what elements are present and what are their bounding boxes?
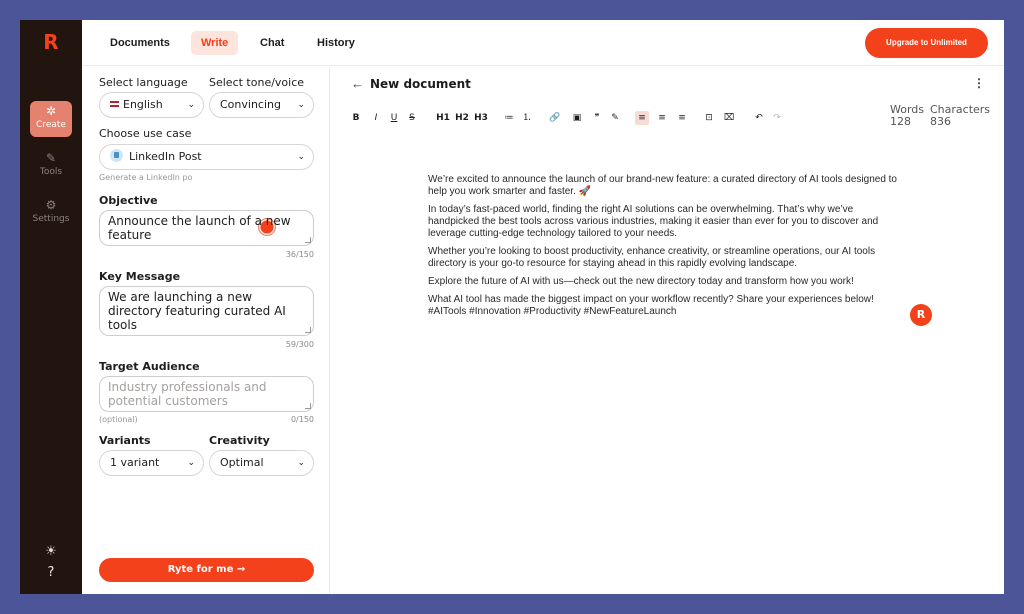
align-left-icon[interactable]: ≡ [635,111,649,125]
bullet-list-icon[interactable]: ≔ [503,111,515,125]
ryte-for-me-button[interactable]: Ryte for me → [99,558,314,582]
chevron-down-icon: ⌄ [187,100,195,110]
audience-field[interactable]: Industry professionals and potential cus… [99,376,314,412]
app-logo[interactable]: R [42,32,60,52]
italic-icon[interactable]: I [371,111,381,125]
rail-item-label: Tools [39,167,63,177]
creativity-select[interactable]: Optimal ⌄ [209,450,314,476]
clear-format-icon[interactable]: ⌧ [723,111,735,125]
back-arrow-icon[interactable]: ← [351,76,364,91]
help-icon[interactable]: ? [44,566,58,580]
rail-item-label: Create [36,120,66,130]
heading3-button[interactable]: H3 [473,111,489,125]
document-editor: ← New document ⋮ B I U S H1 H2 H3 ≔ ⒈ 🔗 ▣ ❞ ✎ ≡ ≡ ≡ ⊡ ⌧ ↶ ↷… [331,67,1004,594]
embed-icon[interactable]: ⊡ [703,111,715,125]
language-value: English [123,98,163,111]
objective-field[interactable]: Announce the launch of a new feature [99,210,314,246]
link-icon[interactable]: 🔗 [549,111,561,125]
resize-handle[interactable] [305,403,311,409]
usecase-label: Choose use case [99,127,192,140]
rail-item-create[interactable]: ✲ Create [30,101,72,137]
tab-write[interactable]: Write [191,31,239,55]
keymessage-field[interactable]: We are launching a new directory featuri… [99,286,314,336]
chevron-down-icon: ⌄ [297,100,305,110]
paragraph: Explore the future of AI with us—check o… [428,276,854,287]
more-options-icon[interactable]: ⋮ [973,76,985,90]
underline-icon[interactable]: U [389,111,399,125]
sparkle-icon: ✲ [45,104,57,118]
objective-label: Objective [99,194,158,207]
objective-value: Announce the launch of a new feature [108,214,291,242]
document-title[interactable]: New document [370,77,471,91]
sun-icon[interactable]: ☀ [44,545,58,559]
keymessage-counter: 59/300 [285,340,314,349]
tab-history[interactable]: History [307,31,365,55]
language-label: Select language [99,76,188,89]
paragraph: Whether you’re looking to boost producti… [428,246,876,269]
audience-counter: 0/150 [290,415,314,424]
quote-icon[interactable]: ❞ [591,111,603,125]
undo-icon[interactable]: ↶ [753,111,765,125]
usecase-hint: Generate a LinkedIn po [99,173,193,182]
bold-icon[interactable]: B [351,111,361,125]
variants-value: 1 variant [110,456,160,469]
rail-item-label: Settings [32,214,70,224]
usecase-value: LinkedIn Post [129,150,202,163]
tone-label: Select tone/voice [209,76,305,89]
words-count: 128 [890,115,911,128]
objective-counter: 36/150 [285,250,314,259]
keymessage-label: Key Message [99,270,181,283]
redo-icon[interactable]: ↷ [771,111,783,125]
align-right-icon[interactable]: ≡ [675,111,689,125]
app-window: R ✲ Create ✎ Tools ⚙ Settings ☀ ? Docume… [20,20,1004,594]
resize-handle[interactable] [305,327,311,333]
align-center-icon[interactable]: ≡ [655,111,669,125]
tab-chat[interactable]: Chat [250,31,294,55]
audience-placeholder: Industry professionals and potential cus… [108,380,267,408]
highlight-icon[interactable]: ✎ [609,111,621,125]
document-body[interactable]: We’re excited to announce the launch of … [428,174,898,324]
options-panel: Select language Select tone/voice Englis… [82,67,330,594]
numbered-list-icon[interactable]: ⒈ [521,111,533,125]
sliders-icon: ⚙ [45,198,57,212]
left-rail: R ✲ Create ✎ Tools ⚙ Settings ☀ ? [20,20,82,594]
heading2-button[interactable]: H2 [454,111,470,125]
image-icon[interactable]: ▣ [571,111,583,125]
linkedin-icon [110,149,123,162]
top-nav: Documents Write Chat History Upgrade to … [82,20,1004,66]
paragraph: We’re excited to announce the launch of … [428,174,897,197]
language-select[interactable]: English ⌄ [99,92,204,118]
resize-handle[interactable] [305,237,311,243]
heading1-button[interactable]: H1 [435,111,451,125]
assistant-badge[interactable]: R [910,304,932,326]
rail-item-settings[interactable]: ⚙ Settings [30,195,72,231]
characters-count: 836 [930,115,951,128]
creativity-label: Creativity [209,434,270,447]
tab-documents[interactable]: Documents [100,31,180,55]
paragraph: In today’s fast-paced world, finding the… [428,204,879,239]
keymessage-value: We are launching a new directory featuri… [108,290,286,332]
paragraph: What AI tool has made the biggest impact… [428,294,874,317]
tone-value: Convincing [220,98,281,111]
usecase-select[interactable]: LinkedIn Post ⌄ [99,144,314,170]
upgrade-button[interactable]: Upgrade to Unlimited [865,28,988,58]
variants-label: Variants [99,434,151,447]
tone-select[interactable]: Convincing ⌄ [209,92,314,118]
chevron-down-icon: ⌄ [297,152,305,162]
us-flag-icon [110,101,119,107]
audience-optional: (optional) [99,415,138,424]
audience-label: Target Audience [99,360,200,373]
wrench-icon: ✎ [45,151,57,165]
chevron-down-icon: ⌄ [187,458,195,468]
chevron-down-icon: ⌄ [297,458,305,468]
strikethrough-icon[interactable]: S [407,111,417,125]
creativity-value: Optimal [220,456,264,469]
rail-item-tools[interactable]: ✎ Tools [30,148,72,184]
variants-select[interactable]: 1 variant ⌄ [99,450,204,476]
